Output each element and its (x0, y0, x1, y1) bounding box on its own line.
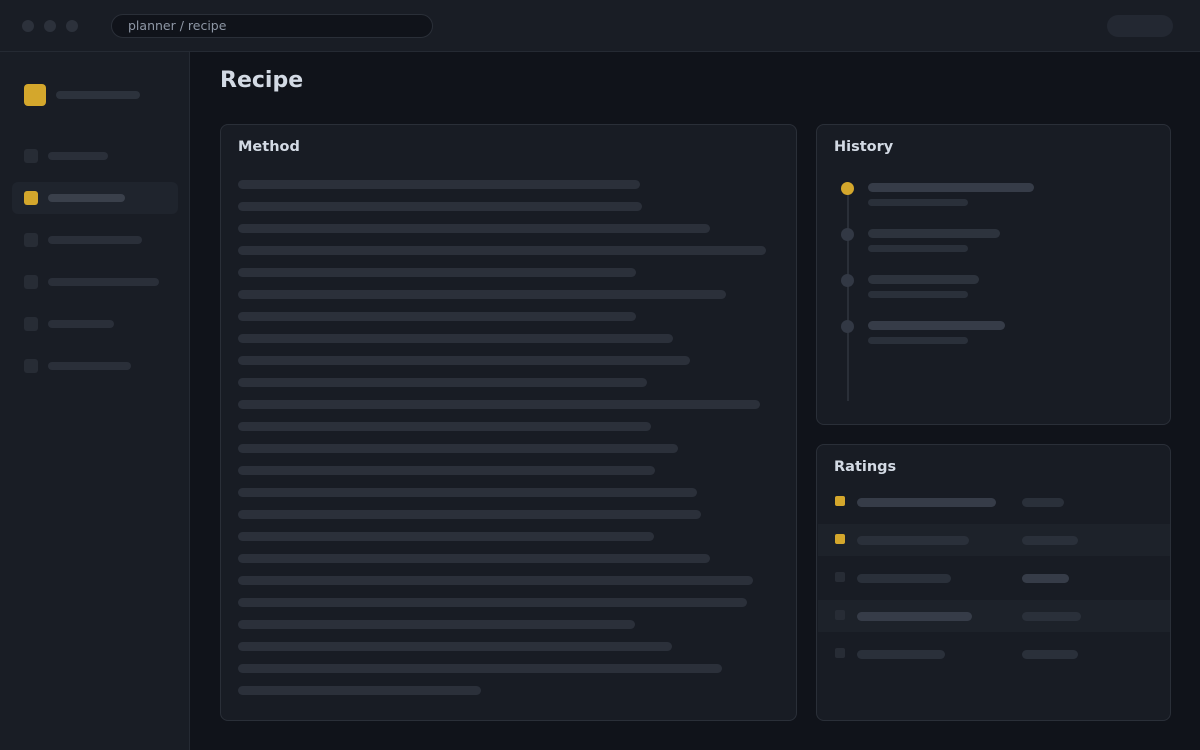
method-text-line (238, 620, 635, 629)
sidebar-item-icon (24, 233, 38, 247)
method-panel-title: Method (238, 139, 300, 155)
rating-row[interactable] (818, 486, 1170, 518)
rating-name (857, 612, 972, 621)
rating-marker-icon (835, 496, 845, 506)
sidebar-item-icon (24, 359, 38, 373)
rating-value (1022, 650, 1078, 659)
sidebar-item-label (48, 152, 108, 160)
method-text-line (238, 334, 673, 343)
timeline-dot-active (841, 182, 854, 195)
sidebar (0, 52, 190, 750)
method-text-line (238, 444, 678, 453)
method-text-line (238, 554, 710, 563)
method-text-line (238, 312, 636, 321)
timeline-entry-meta (868, 337, 968, 344)
window-maximize-dot[interactable] (66, 20, 78, 32)
sidebar-item-5[interactable] (12, 308, 178, 340)
rating-row[interactable] (818, 524, 1170, 556)
method-text-line (238, 488, 697, 497)
sidebar-item-label (48, 278, 159, 286)
rating-marker-icon (835, 610, 845, 620)
title-bar: planner / recipe (0, 0, 1200, 52)
method-text-line (238, 532, 654, 541)
method-text-line (238, 422, 651, 431)
app-logo (24, 84, 46, 106)
sidebar-item-label (48, 362, 131, 370)
method-text-line (238, 356, 690, 365)
method-text-line (238, 378, 647, 387)
sidebar-item-3[interactable] (12, 224, 178, 256)
timeline-dot (841, 320, 854, 333)
timeline-dot (841, 228, 854, 241)
method-text-line (238, 224, 710, 233)
method-text-line (238, 246, 766, 255)
address-bar[interactable]: planner / recipe (111, 14, 433, 38)
window-minimize-dot[interactable] (44, 20, 56, 32)
sidebar-item-4[interactable] (12, 266, 178, 298)
sidebar-item-6[interactable] (12, 350, 178, 382)
titlebar-action-button[interactable] (1107, 15, 1173, 37)
rating-marker-icon (835, 648, 845, 658)
method-text-line (238, 202, 642, 211)
ratings-panel: Ratings (816, 444, 1171, 721)
timeline-entry-title[interactable] (868, 321, 1005, 330)
sidebar-item-icon (24, 149, 38, 163)
timeline-entry-title[interactable] (868, 229, 1000, 238)
method-text-line (238, 510, 701, 519)
timeline-entry-meta (868, 291, 968, 298)
rating-row[interactable] (818, 638, 1170, 670)
sidebar-item-label (48, 320, 114, 328)
rating-marker-icon (835, 534, 845, 544)
sidebar-item-icon (24, 275, 38, 289)
sidebar-item-icon (24, 317, 38, 331)
rating-value (1022, 612, 1081, 621)
history-panel-title: History (834, 139, 894, 155)
history-panel: History (816, 124, 1171, 425)
rating-name (857, 536, 969, 545)
rating-name (857, 650, 945, 659)
sidebar-item-icon (24, 191, 38, 205)
rating-value (1022, 536, 1078, 545)
method-text-line (238, 268, 636, 277)
rating-row[interactable] (818, 600, 1170, 632)
timeline-track (847, 191, 849, 401)
ratings-panel-title: Ratings (834, 459, 897, 475)
rating-value (1022, 574, 1069, 583)
method-text-line (238, 642, 672, 651)
method-text-line (238, 290, 726, 299)
sidebar-item-2-active[interactable] (12, 182, 178, 214)
window-close-dot[interactable] (22, 20, 34, 32)
method-text-line (238, 664, 722, 673)
rating-name (857, 574, 951, 583)
sidebar-item-label (48, 194, 125, 202)
timeline-entry-title[interactable] (868, 183, 1034, 192)
method-text-line (238, 180, 640, 189)
method-text-line (238, 686, 481, 695)
method-text-line (238, 400, 760, 409)
page-title: Recipe (220, 68, 304, 93)
rating-marker-icon (835, 572, 845, 582)
rating-value (1022, 498, 1064, 507)
timeline-entry-meta (868, 245, 968, 252)
timeline-entry-title[interactable] (868, 275, 979, 284)
method-text-line (238, 466, 655, 475)
method-text-line (238, 598, 747, 607)
rating-row[interactable] (818, 562, 1170, 594)
sidebar-item-label (48, 236, 142, 244)
timeline-entry-meta (868, 199, 968, 206)
sidebar-item-1[interactable] (12, 140, 178, 172)
method-text-line (238, 576, 753, 585)
rating-name (857, 498, 996, 507)
app-name-placeholder (56, 91, 140, 99)
method-panel: Method (220, 124, 797, 721)
timeline-dot (841, 274, 854, 287)
